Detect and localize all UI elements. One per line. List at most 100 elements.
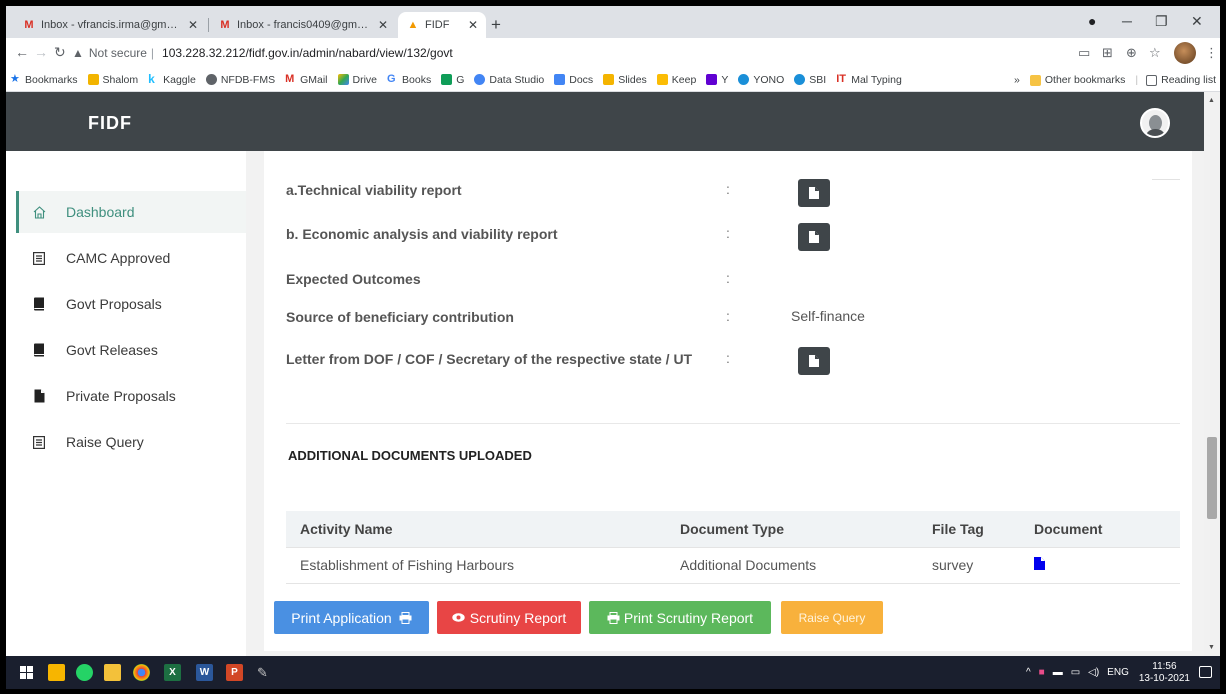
field-label-letter-dof: Letter from DOF / COF / Secretary of the… [286,351,693,367]
file-explorer-icon[interactable] [104,664,121,681]
reading-list-icon [1146,74,1158,86]
gmail-icon: M [285,73,295,85]
system-tray: ^ ■ ▬ ▭ ◁) ENG 11:56 13-10-2021 [1026,656,1190,689]
sidebar-item-govt-proposals[interactable]: Govt Proposals [16,283,246,325]
bookmark-slides[interactable]: Slides [603,74,647,86]
technical-viability-document-button[interactable] [798,179,830,207]
sidebar-item-raise-query[interactable]: Raise Query [16,421,246,463]
column-header-document-type: Document Type [666,511,918,547]
scroll-down-icon[interactable]: ▼ [1208,644,1215,651]
windows-taskbar: X W P ✎ ^ ■ ▬ ▭ ◁) ENG 11:56 13-10-2021 [6,656,1220,689]
start-icon[interactable] [18,664,35,681]
bookmark-shalom[interactable]: Shalom [87,74,138,86]
chrome-icon[interactable] [133,664,150,681]
app-logo[interactable]: FIDF [88,113,132,134]
close-icon[interactable]: ✕ [188,18,198,32]
zoom-icon[interactable]: ⊕ [1126,45,1137,61]
bookmark-g[interactable]: G [441,74,464,86]
file-download-icon[interactable] [1034,557,1045,570]
tab-gmail-2[interactable]: M Inbox - francis0409@gmail.com ✕ [210,12,396,38]
notification-icon[interactable] [1199,666,1212,678]
avatar-body [1145,129,1166,136]
field-label-economic-analysis: b. Economic analysis and viability repor… [286,226,558,242]
globe-icon [205,74,217,85]
tab-fidf[interactable]: ▲ FIDF ✕ [398,12,486,38]
reading-list[interactable]: Reading list [1146,74,1216,86]
bookmark-nfdb[interactable]: NFDB-FMS [205,74,275,86]
excel-icon[interactable]: X [164,664,181,681]
field-colon: : [726,350,730,366]
sidebar-item-dashboard[interactable]: Dashboard [16,191,246,233]
main-content: a.Technical viability report : b. Econom… [246,151,1204,656]
page-scrollbar[interactable]: ▲ ▼ [1204,92,1220,656]
print-application-button[interactable]: Print Application [274,601,429,634]
new-tab-icon[interactable]: + [491,15,501,35]
bookmark-yono[interactable]: YONO [738,74,784,86]
reload-icon[interactable]: ↻ [54,44,66,61]
bookmark-drive[interactable]: Drive [337,74,377,86]
yono-icon [738,74,750,85]
tab-separator [208,18,209,32]
restore-icon[interactable]: ❐ [1155,13,1168,30]
home-icon [32,205,46,219]
star-icon[interactable]: ☆ [1149,45,1161,61]
source-contribution-value: Self-finance [791,308,865,324]
whatsapp-icon[interactable] [76,664,93,681]
scroll-thumb[interactable] [1207,437,1217,519]
bookmark-y[interactable]: Y [706,74,728,86]
tab-strip: M Inbox - vfrancis.irma@gmail.com ✕ M In… [6,6,1220,38]
bookmark-mal-typing[interactable]: IT Mal Typing [836,74,902,86]
economic-analysis-document-button[interactable] [798,223,830,251]
scrutiny-report-button[interactable]: Scrutiny Report [437,601,581,634]
cast-icon[interactable]: ▭ [1078,45,1090,61]
bookmark-books[interactable]: G Books [387,74,431,86]
bookmark-sbi[interactable]: SBI [794,74,826,86]
section-divider [286,423,1180,424]
language-indicator[interactable]: ENG [1107,667,1129,678]
chevron-up-icon[interactable]: ^ [1026,667,1031,678]
window-close-icon[interactable]: ✕ [1191,13,1203,30]
address-bar[interactable]: ▲ Not secure | 103.228.32.212/fidf.gov.i… [72,41,1116,65]
sidebar-item-private-proposals[interactable]: Private Proposals [16,375,246,417]
tab-gmail-1[interactable]: M Inbox - vfrancis.irma@gmail.com ✕ [14,12,206,38]
back-icon[interactable]: ← [15,44,29,60]
browser-profile-avatar[interactable] [1174,42,1196,64]
menu-kebab-icon[interactable]: ⋮ [1205,45,1218,61]
letter-document-button[interactable] [798,347,830,375]
fidf-favicon-icon: ▲ [407,19,419,31]
powerpoint-icon[interactable]: P [226,664,243,681]
tray-app-icon[interactable]: ■ [1039,667,1045,678]
forward-icon[interactable]: → [34,44,48,60]
close-icon[interactable]: ✕ [378,18,388,32]
close-icon[interactable]: ✕ [468,18,478,32]
field-colon: : [726,225,730,241]
other-bookmarks[interactable]: Other bookmarks [1029,74,1125,86]
sticky-app-icon[interactable] [48,664,65,681]
tab-search-icon[interactable]: ● [1088,13,1096,29]
network-icon[interactable]: ▭ [1071,667,1080,678]
minimize-icon[interactable]: ─ [1122,13,1132,29]
scroll-up-icon[interactable]: ▲ [1208,97,1215,104]
field-label-technical-viability: a.Technical viability report [286,182,462,198]
bookmark-keep[interactable]: Keep [656,74,696,86]
more-bookmarks-button[interactable]: » [1014,74,1020,86]
bookmark-bookmarks[interactable]: ★ Bookmarks [10,74,78,86]
volume-icon[interactable]: ◁) [1088,667,1099,678]
print-scrutiny-report-button[interactable]: Print Scrutiny Report [589,601,771,634]
sidebar-item-camc-approved[interactable]: CAMC Approved [16,237,246,279]
extension-icon[interactable]: ⊞ [1102,45,1113,61]
user-avatar[interactable] [1140,108,1170,138]
sidebar-item-govt-releases[interactable]: Govt Releases [16,329,246,371]
clock[interactable]: 11:56 13-10-2021 [1139,661,1190,685]
drive-icon [337,74,349,85]
word-icon[interactable]: W [196,664,213,681]
bookmark-gmail[interactable]: M GMail [285,74,327,86]
bookmark-kaggle[interactable]: k Kaggle [148,73,196,86]
battery-icon[interactable]: ▬ [1053,667,1063,678]
paint-icon[interactable]: ✎ [254,664,271,681]
file-icon [809,187,819,199]
bookmark-docs[interactable]: Docs [554,74,593,86]
field-colon: : [726,270,730,286]
bookmark-datastudio[interactable]: Data Studio [474,74,544,86]
raise-query-button[interactable]: Raise Query [781,601,883,634]
